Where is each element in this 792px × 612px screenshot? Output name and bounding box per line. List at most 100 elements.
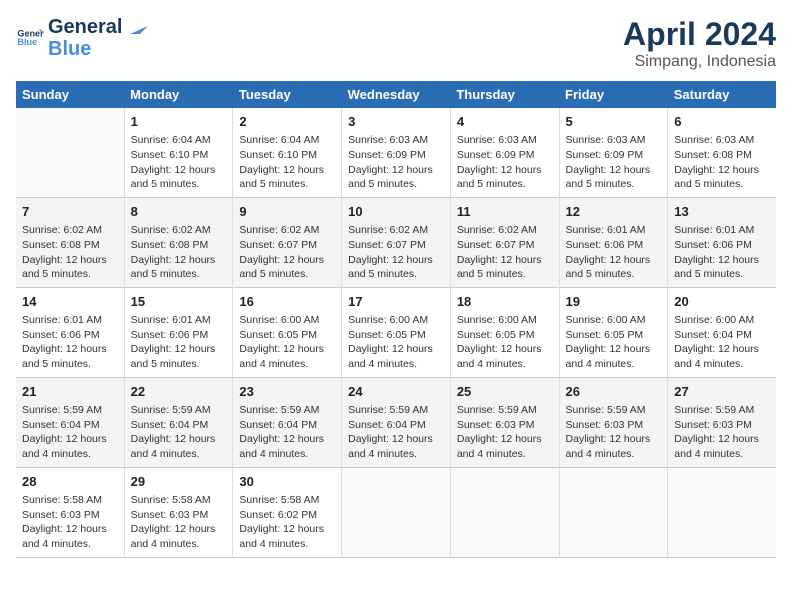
day-cell: 19 Sunrise: 6:00 AMSunset: 6:05 PMDayligh… (559, 287, 668, 377)
day-info: Sunrise: 6:02 AMSunset: 6:07 PMDaylight:… (348, 223, 444, 282)
day-number: 4 (457, 113, 553, 131)
day-header-sunday: Sunday (16, 81, 124, 108)
day-header-tuesday: Tuesday (233, 81, 342, 108)
day-cell: 13Sunrise: 6:01 AMSunset: 6:06 PMDayligh… (668, 197, 776, 287)
week-row-1: 1Sunrise: 6:04 AMSunset: 6:10 PMDaylight… (16, 108, 776, 197)
logo-blue: Blue (48, 38, 148, 60)
day-number: 21 (22, 383, 118, 401)
day-cell: 20Sunrise: 6:00 AMSunset: 6:04 PMDayligh… (668, 287, 776, 377)
day-info: Sunrise: 6:02 AMSunset: 6:08 PMDaylight:… (22, 223, 118, 282)
day-cell: 17 Sunrise: 6:00 AMSunset: 6:05 PMDayligh… (342, 287, 451, 377)
day-number: 28 (22, 473, 118, 491)
logo: General Blue General Blue (16, 16, 148, 60)
day-info: Sunrise: 6:00 AMSunset: 6:05 PMDaylight:… (348, 313, 444, 372)
day-number: 13 (674, 203, 770, 221)
calendar-table: SundayMondayTuesdayWednesdayThursdayFrid… (16, 81, 776, 558)
day-info: Sunrise: 6:01 AMSunset: 6:06 PMDaylight:… (566, 223, 662, 282)
day-cell: 30 Sunrise: 5:58 AMSunset: 6:02 PMDayligh… (233, 467, 342, 557)
day-info: Sunrise: 6:02 AMSunset: 6:07 PMDaylight:… (457, 223, 553, 282)
day-info: Sunrise: 6:03 AMSunset: 6:09 PMDaylight:… (566, 133, 662, 192)
day-info: Sunrise: 6:04 AMSunset: 6:10 PMDaylight:… (131, 133, 227, 192)
day-number: 11 (457, 203, 553, 221)
day-info: Sunrise: 5:59 AMSunset: 6:03 PMDaylight:… (674, 403, 770, 462)
day-info: Sunrise: 6:02 AMSunset: 6:07 PMDaylight:… (239, 223, 335, 282)
day-number: 30 (239, 473, 335, 491)
day-cell: 1Sunrise: 6:04 AMSunset: 6:10 PMDaylight… (124, 108, 233, 197)
day-cell: 6Sunrise: 6:03 AMSunset: 6:08 PMDaylight… (668, 108, 776, 197)
day-cell: 22Sunrise: 5:59 AMSunset: 6:04 PMDayligh… (124, 377, 233, 467)
day-cell: 23 Sunrise: 5:59 AMSunset: 6:04 PMDayligh… (233, 377, 342, 467)
header: General Blue General Blue April 2024 Sim… (16, 16, 776, 71)
day-cell: 29 Sunrise: 5:58 AMSunset: 6:03 PMDayligh… (124, 467, 233, 557)
day-number: 17 (348, 293, 444, 311)
day-cell: 28Sunrise: 5:58 AMSunset: 6:03 PMDayligh… (16, 467, 124, 557)
day-number: 26 (566, 383, 662, 401)
day-number: 6 (674, 113, 770, 131)
day-cell: 14 Sunrise: 6:01 AMSunset: 6:06 PMDayligh… (16, 287, 124, 377)
day-info: Sunrise: 5:59 AMSunset: 6:03 PMDaylight:… (566, 403, 662, 462)
day-info: Sunrise: 6:01 AMSunset: 6:06 PMDaylight:… (131, 313, 227, 372)
day-cell (450, 467, 559, 557)
day-number: 22 (131, 383, 227, 401)
day-cell: 11 Sunrise: 6:02 AMSunset: 6:07 PMDayligh… (450, 197, 559, 287)
day-info: Sunrise: 6:00 AMSunset: 6:05 PMDaylight:… (239, 313, 335, 372)
day-info: Sunrise: 5:59 AMSunset: 6:04 PMDaylight:… (348, 403, 444, 462)
logo-bird-icon (130, 22, 148, 34)
day-info: Sunrise: 6:03 AMSunset: 6:09 PMDaylight:… (457, 133, 553, 192)
day-number: 8 (131, 203, 227, 221)
day-number: 24 (348, 383, 444, 401)
day-cell: 21 Sunrise: 5:59 AMSunset: 6:04 PMDayligh… (16, 377, 124, 467)
day-cell: 12 Sunrise: 6:01 AMSunset: 6:06 PMDayligh… (559, 197, 668, 287)
day-cell: 8 Sunrise: 6:02 AMSunset: 6:08 PMDaylight… (124, 197, 233, 287)
day-cell: 15Sunrise: 6:01 AMSunset: 6:06 PMDayligh… (124, 287, 233, 377)
day-info: Sunrise: 5:58 AMSunset: 6:03 PMDaylight:… (131, 493, 227, 552)
week-row-3: 14 Sunrise: 6:01 AMSunset: 6:06 PMDayligh… (16, 287, 776, 377)
day-header-friday: Friday (559, 81, 668, 108)
day-number: 2 (239, 113, 335, 131)
day-info: Sunrise: 5:59 AMSunset: 6:04 PMDaylight:… (22, 403, 118, 462)
day-cell: 16 Sunrise: 6:00 AMSunset: 6:05 PMDayligh… (233, 287, 342, 377)
day-number: 29 (131, 473, 227, 491)
day-cell: 24 Sunrise: 5:59 AMSunset: 6:04 PMDayligh… (342, 377, 451, 467)
day-number: 9 (239, 203, 335, 221)
day-header-monday: Monday (124, 81, 233, 108)
day-cell: 18Sunrise: 6:00 AMSunset: 6:05 PMDayligh… (450, 287, 559, 377)
day-cell (342, 467, 451, 557)
logo-icon: General Blue (16, 24, 44, 52)
day-cell: 7 Sunrise: 6:02 AMSunset: 6:08 PMDaylight… (16, 197, 124, 287)
day-header-saturday: Saturday (668, 81, 776, 108)
day-info: Sunrise: 5:59 AMSunset: 6:04 PMDaylight:… (239, 403, 335, 462)
day-info: Sunrise: 6:00 AMSunset: 6:05 PMDaylight:… (566, 313, 662, 372)
day-number: 14 (22, 293, 118, 311)
day-info: Sunrise: 6:02 AMSunset: 6:08 PMDaylight:… (131, 223, 227, 282)
day-number: 18 (457, 293, 553, 311)
day-cell (559, 467, 668, 557)
day-info: Sunrise: 6:01 AMSunset: 6:06 PMDaylight:… (22, 313, 118, 372)
day-cell (668, 467, 776, 557)
day-info: Sunrise: 5:58 AMSunset: 6:02 PMDaylight:… (239, 493, 335, 552)
day-cell: 26 Sunrise: 5:59 AMSunset: 6:03 PMDayligh… (559, 377, 668, 467)
week-row-5: 28 Sunrise: 5:58 AMSunset: 6:03 PMDayligh… (16, 467, 776, 557)
day-cell: 3Sunrise: 6:03 AMSunset: 6:09 PMDaylight… (342, 108, 451, 197)
day-number: 20 (674, 293, 770, 311)
day-number: 27 (674, 383, 770, 401)
day-number: 7 (22, 203, 118, 221)
day-header-thursday: Thursday (450, 81, 559, 108)
day-number: 25 (457, 383, 553, 401)
day-number: 16 (239, 293, 335, 311)
day-number: 19 (566, 293, 662, 311)
day-header-wednesday: Wednesday (342, 81, 451, 108)
week-row-4: 21 Sunrise: 5:59 AMSunset: 6:04 PMDayligh… (16, 377, 776, 467)
day-cell: 25Sunrise: 5:59 AMSunset: 6:03 PMDayligh… (450, 377, 559, 467)
day-number: 12 (566, 203, 662, 221)
title-area: April 2024 Simpang, Indonesia (623, 16, 776, 71)
day-cell: 9 Sunrise: 6:02 AMSunset: 6:07 PMDaylight… (233, 197, 342, 287)
day-number: 23 (239, 383, 335, 401)
day-number: 10 (348, 203, 444, 221)
day-info: Sunrise: 6:04 AMSunset: 6:10 PMDaylight:… (239, 133, 335, 192)
calendar-subtitle: Simpang, Indonesia (623, 53, 776, 71)
day-cell (16, 108, 124, 197)
week-row-2: 7 Sunrise: 6:02 AMSunset: 6:08 PMDaylight… (16, 197, 776, 287)
logo-general: General (48, 16, 122, 38)
calendar-title: April 2024 (623, 16, 776, 53)
